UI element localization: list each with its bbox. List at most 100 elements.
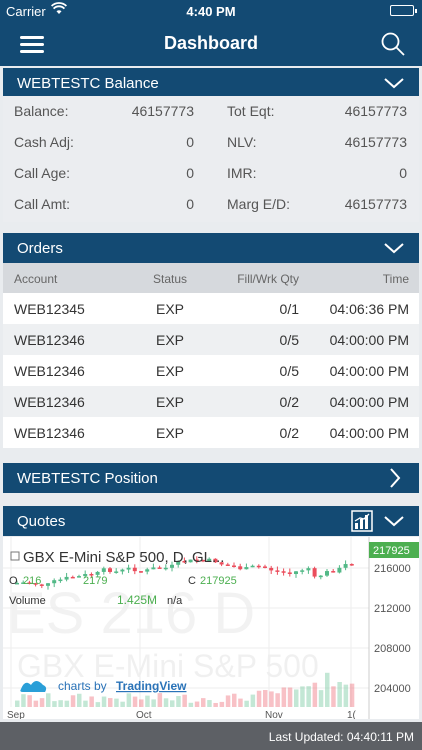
chevron-down-icon[interactable] [383,75,405,91]
col-status[interactable]: Status [137,272,203,286]
volume-bar [64,700,70,707]
quotes-panel-title: Quotes [17,513,66,530]
candle-body [163,567,168,570]
quotes-panel-header[interactable]: Quotes [3,506,419,536]
balance-panel-header[interactable]: WEBTESTC Balance [3,68,419,98]
volume-bar [52,701,57,707]
balance-value: 46157773 [131,103,194,119]
candle-body [151,567,156,570]
volume-bar [33,700,39,707]
order-account: WEB12346 [14,425,85,441]
collapse-legend-icon[interactable] [10,551,20,561]
candle-body [225,564,230,566]
order-account: WEB12346 [14,332,85,348]
quotes-chart[interactable]: ES 216 D GBX E-Mini S&P 500 216000 21200… [3,537,419,719]
candle-body [269,567,274,571]
volume-bar [83,700,88,707]
y-tick-label: 212000 [374,603,411,615]
volume-bar [281,687,287,707]
candle-body [349,564,354,566]
y-tick-label: 208000 [374,643,411,655]
volume-bar [15,700,20,707]
order-time: 04:00:00 PM [329,394,409,410]
volume-bar [126,693,132,707]
x-tick-label: Nov [265,710,283,719]
call-age-value: 0 [186,165,194,181]
x-tick-label: 1( [347,710,357,719]
candle-body [70,576,75,579]
volume-bar [70,695,76,707]
call-amt-value: 0 [186,196,194,212]
order-time: 04:00:00 PM [329,332,409,348]
nav-bar: Dashboard [0,22,422,66]
volume-bar [77,693,82,707]
volume-bar [294,689,299,707]
candle-body [263,566,267,568]
order-status: EXP [155,394,184,410]
call-age-label: Call Age: [14,165,71,181]
candle-body [77,576,81,578]
table-row[interactable]: WEB12345 EXP 0/1 04:06:36 PM [3,293,419,324]
volume-bar [188,702,194,707]
ohlc-h-value: 2179 [83,575,107,587]
candle-body [337,567,342,573]
order-fill-qty: 0/1 [279,301,299,317]
branding-link[interactable]: TradingView [116,679,187,693]
volume-bar [300,686,305,707]
chevron-down-icon[interactable] [383,240,405,256]
table-row[interactable]: WEB12346 EXP 0/2 04:00:00 PM [3,386,419,417]
order-fill-qty: 0/5 [279,332,299,348]
y-tick-label: 216000 [374,563,411,575]
candle-body [145,569,150,572]
volume-bar [275,693,280,707]
col-time[interactable]: Time [303,272,409,286]
volume-bar [101,696,107,707]
volume-bar [213,702,218,707]
branding-prefix: charts by [58,679,107,693]
candle-body [126,567,131,570]
order-fill-qty: 0/5 [279,363,299,379]
table-row[interactable]: WEB12346 EXP 0/2 04:00:00 PM [3,417,419,448]
candle-body [52,580,57,584]
balance-row: Cash Adj: 0 NLV: 46157773 [3,127,419,158]
battery-icon [390,5,417,16]
volume-bar [145,695,150,707]
volume-bar [201,698,206,707]
footer-bar: Last Updated: 04:40:11 PM [0,722,422,750]
col-fill-qty[interactable]: Fill/Wrk Qty [213,272,299,286]
marg-ed-label: Marg E/D: [227,196,291,212]
chevron-down-icon[interactable] [383,513,405,529]
volume-bar [219,701,225,707]
price-chart-svg[interactable]: ES 216 D GBX E-Mini S&P 500 216000 21200… [3,537,419,719]
order-fill-qty: 0/2 [279,394,299,410]
order-status: EXP [155,425,184,441]
candle-body [64,576,69,580]
last-price-label: 217925 [373,545,410,557]
candle-body [325,571,329,576]
chevron-right-icon[interactable] [387,467,403,489]
volume-bar [244,700,249,707]
candle-body [250,565,255,568]
orders-column-header: Account Status Fill/Wrk Qty Time [3,263,419,293]
marg-ed-value: 46157773 [344,196,407,212]
chart-icon[interactable] [351,510,373,532]
candle-body [300,570,305,572]
orders-table: Account Status Fill/Wrk Qty Time WEB1234… [3,263,419,448]
candle-body [114,571,119,573]
order-time: 04:00:00 PM [329,425,409,441]
volume-bar [269,691,274,707]
position-panel-header[interactable]: WEBTESTC Position [3,463,419,493]
ohlc-o-value: 216 [23,575,41,587]
volume-bar [207,700,212,707]
table-row[interactable]: WEB12346 EXP 0/5 04:00:00 PM [3,324,419,355]
balance-panel: Balance: 46157773 Tot Eqt: 46157773 Cash… [3,96,419,222]
order-account: WEB12346 [14,394,85,410]
candle-body [306,568,311,571]
col-account[interactable]: Account [14,272,57,286]
volume-bar [120,701,125,707]
volume-bar [163,698,169,707]
search-icon[interactable] [380,31,406,57]
orders-panel-header[interactable]: Orders [3,233,419,263]
table-row[interactable]: WEB12346 EXP 0/5 04:00:00 PM [3,355,419,386]
volume-bar [256,690,262,707]
